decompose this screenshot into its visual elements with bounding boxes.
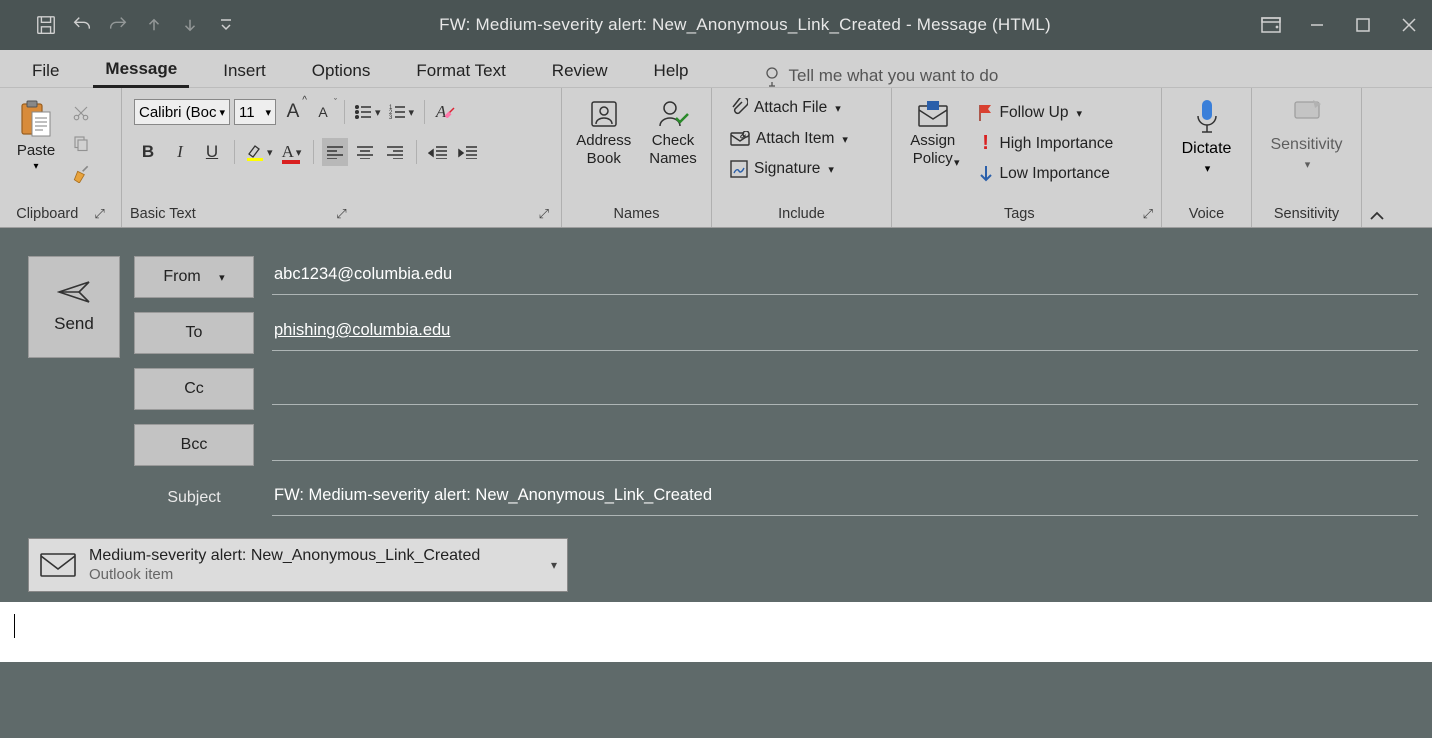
group-tags: Assign Policy ▾ Follow Up▾ ! High Import… <box>892 88 1162 227</box>
group-names: Address Book Check Names Names <box>562 88 712 227</box>
group-clipboard: Paste ▾ Clipboard ⤢ <box>0 88 122 227</box>
clipboard-dialog-launcher[interactable]: ⤢ <box>94 206 104 222</box>
attachments-area: Medium-severity alert: New_Anonymous_Lin… <box>0 528 1432 602</box>
to-button[interactable]: To <box>134 312 254 354</box>
group-sensitivity: Sensitivity ▾ Sensitivity <box>1252 88 1362 227</box>
minimize-button[interactable] <box>1294 0 1340 50</box>
bcc-field[interactable] <box>272 429 1418 461</box>
undo-icon[interactable] <box>66 9 98 41</box>
font-family-combo[interactable]: Calibri (Boc▾ <box>134 99 230 125</box>
from-field[interactable]: abc1234@columbia.edu <box>272 259 1418 295</box>
maximize-button[interactable] <box>1340 0 1386 50</box>
font-size-combo[interactable]: 11▾ <box>234 99 276 125</box>
assign-policy-button[interactable]: Assign Policy ▾ <box>900 98 966 169</box>
cut-button[interactable] <box>70 102 92 124</box>
shrink-font-button[interactable]: Aˇ <box>310 98 336 126</box>
italic-button[interactable]: I <box>166 138 194 166</box>
format-painter-button[interactable] <box>70 162 92 184</box>
low-importance-button[interactable]: Low Importance <box>978 165 1114 183</box>
tags-dialog-launcher[interactable]: ⤢ <box>1143 206 1153 222</box>
align-center-button[interactable] <box>352 138 378 166</box>
text-cursor <box>14 614 15 638</box>
compose-header: Send From ▾ abc1234@columbia.edu To phis… <box>0 228 1432 528</box>
basictext-launcher-icon[interactable]: ⤢ <box>539 206 549 222</box>
underline-button[interactable]: U <box>198 138 226 166</box>
window-title: FW: Medium-severity alert: New_Anonymous… <box>242 15 1248 35</box>
copy-button[interactable] <box>70 132 92 154</box>
from-button[interactable]: From ▾ <box>134 256 254 298</box>
attachment-title: Medium-severity alert: New_Anonymous_Lin… <box>89 546 480 566</box>
attachment-subtitle: Outlook item <box>89 566 480 585</box>
increase-indent-button[interactable] <box>455 138 481 166</box>
tab-help[interactable]: Help <box>642 55 701 87</box>
sensitivity-button[interactable]: Sensitivity ▾ <box>1260 92 1353 171</box>
dictate-button[interactable]: Dictate ▾ <box>1170 92 1243 175</box>
attach-file-button[interactable]: Attach File▾ <box>726 96 877 120</box>
svg-text:3: 3 <box>389 115 393 120</box>
tab-format-text[interactable]: Format Text <box>404 55 517 87</box>
group-include: Attach File▾ Attach Item▾ Signature▾ Inc… <box>712 88 892 227</box>
customize-qat-icon[interactable] <box>210 9 242 41</box>
group-basic-text: Calibri (Boc▾ 11▾ A^ Aˇ ▾ 123▾ A B I U ▾… <box>122 88 562 227</box>
tab-review[interactable]: Review <box>540 55 620 87</box>
bold-button[interactable]: B <box>134 138 162 166</box>
next-icon[interactable] <box>174 9 206 41</box>
quick-access-toolbar <box>0 9 242 41</box>
check-names-button[interactable]: Check Names <box>643 98 703 168</box>
attach-item-button[interactable]: Attach Item▾ <box>726 128 877 150</box>
cc-button[interactable]: Cc <box>134 368 254 410</box>
title-bar: FW: Medium-severity alert: New_Anonymous… <box>0 0 1432 50</box>
high-importance-button[interactable]: ! High Importance <box>978 132 1114 155</box>
bcc-button[interactable]: Bcc <box>134 424 254 466</box>
tab-message[interactable]: Message <box>93 53 189 88</box>
window-controls <box>1248 0 1432 50</box>
grow-font-button[interactable]: A^ <box>280 98 306 126</box>
highlight-color-button[interactable]: ▾ <box>243 138 275 166</box>
decrease-indent-button[interactable] <box>425 138 451 166</box>
redo-icon[interactable] <box>102 9 134 41</box>
ribbon-tabs: File Message Insert Options Format Text … <box>0 50 1432 88</box>
close-button[interactable] <box>1386 0 1432 50</box>
clipboard-icon <box>16 100 56 140</box>
to-field[interactable]: phishing@columbia.edu <box>272 315 1418 351</box>
ribbon-display-icon[interactable] <box>1248 0 1294 50</box>
follow-up-button[interactable]: Follow Up▾ <box>978 104 1114 122</box>
previous-icon[interactable] <box>138 9 170 41</box>
paste-button[interactable]: Paste ▾ <box>8 98 64 172</box>
basictext-dialog-launcher[interactable]: ⤢ <box>336 206 346 222</box>
align-right-button[interactable] <box>382 138 408 166</box>
subject-label: Subject <box>134 489 254 507</box>
tab-insert[interactable]: Insert <box>211 55 278 87</box>
tab-file[interactable]: File <box>20 55 71 87</box>
send-button[interactable]: Send <box>28 256 120 358</box>
collapse-ribbon-button[interactable] <box>1362 88 1392 227</box>
message-body[interactable] <box>0 602 1432 662</box>
bullets-button[interactable]: ▾ <box>353 98 383 126</box>
font-color-button[interactable]: A▾ <box>279 138 305 166</box>
tell-me-search[interactable]: Tell me what you want to do <box>763 65 999 87</box>
save-icon[interactable] <box>30 9 62 41</box>
address-book-button[interactable]: Address Book <box>570 98 637 168</box>
mail-icon <box>39 551 77 579</box>
signature-button[interactable]: Signature▾ <box>726 158 877 180</box>
align-left-button[interactable] <box>322 138 348 166</box>
cc-field[interactable] <box>272 373 1418 405</box>
tell-me-label: Tell me what you want to do <box>789 66 999 86</box>
tab-options[interactable]: Options <box>300 55 383 87</box>
attachment-dropdown-icon[interactable]: ▾ <box>551 558 557 572</box>
numbering-button[interactable]: 123▾ <box>387 98 417 126</box>
subject-field[interactable]: FW: Medium-severity alert: New_Anonymous… <box>272 480 1418 516</box>
clear-formatting-button[interactable]: A <box>433 98 459 126</box>
attachment-item[interactable]: Medium-severity alert: New_Anonymous_Lin… <box>28 538 568 592</box>
ribbon: Paste ▾ Clipboard ⤢ Calibri (Boc▾ 11 <box>0 88 1432 228</box>
group-voice: Dictate ▾ Voice <box>1162 88 1252 227</box>
